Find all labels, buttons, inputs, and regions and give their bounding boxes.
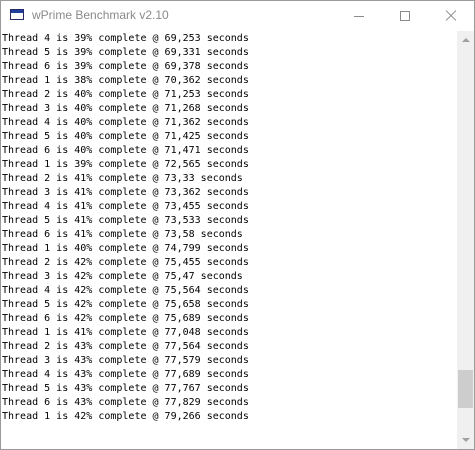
wprime-window: wPrime Benchmark v2.10 Thread 4 is 39% c… (0, 0, 475, 450)
log-line: Thread 4 is 43% complete @ 77,689 second… (2, 369, 249, 380)
scroll-up-button[interactable] (457, 31, 474, 48)
log-line: Thread 6 is 39% complete @ 69,378 second… (2, 61, 249, 72)
log-line: Thread 1 is 38% complete @ 70,362 second… (2, 75, 249, 86)
log-line: Thread 6 is 43% complete @ 77,829 second… (2, 397, 249, 408)
log-line: Thread 5 is 39% complete @ 69,331 second… (2, 47, 249, 58)
log-line: Thread 6 is 40% complete @ 71,471 second… (2, 145, 249, 156)
log-line: Thread 6 is 41% complete @ 73,58 seconds (2, 229, 243, 240)
scroll-down-arrow-icon (462, 438, 470, 442)
log-line: Thread 2 is 41% complete @ 73,33 seconds (2, 173, 243, 184)
log-line: Thread 3 is 42% complete @ 75,47 seconds (2, 271, 243, 282)
log-line: Thread 2 is 42% complete @ 75,455 second… (2, 257, 249, 268)
minimize-icon (354, 16, 364, 17)
title-bar[interactable]: wPrime Benchmark v2.10 (1, 1, 474, 31)
minimize-button[interactable] (336, 1, 382, 31)
log-line: Thread 6 is 42% complete @ 75,689 second… (2, 313, 249, 324)
log-line: Thread 3 is 41% complete @ 73,362 second… (2, 187, 249, 198)
log-line: Thread 1 is 41% complete @ 77,048 second… (2, 327, 249, 338)
log-line: Thread 5 is 40% complete @ 71,425 second… (2, 131, 249, 142)
log-line: Thread 1 is 40% complete @ 74,799 second… (2, 243, 249, 254)
log-line: Thread 1 is 42% complete @ 79,266 second… (2, 411, 249, 422)
log-line: Thread 3 is 43% complete @ 77,579 second… (2, 355, 249, 366)
maximize-button[interactable] (382, 1, 428, 31)
scroll-down-button[interactable] (457, 432, 474, 449)
log-line: Thread 1 is 39% complete @ 72,565 second… (2, 159, 249, 170)
log-line: Thread 5 is 41% complete @ 73,533 second… (2, 215, 249, 226)
app-window-icon (10, 9, 24, 20)
log-line: Thread 4 is 41% complete @ 73,455 second… (2, 201, 249, 212)
log-line: Thread 5 is 42% complete @ 75,658 second… (2, 299, 249, 310)
scroll-thumb[interactable] (458, 370, 473, 408)
log-line: Thread 2 is 40% complete @ 71,253 second… (2, 89, 249, 100)
window-title: wPrime Benchmark v2.10 (32, 8, 169, 22)
log-line: Thread 3 is 40% complete @ 71,268 second… (2, 103, 249, 114)
maximize-icon (400, 11, 410, 21)
close-icon (445, 10, 457, 22)
log-output[interactable]: Thread 4 is 39% complete @ 69,253 second… (1, 31, 457, 449)
close-button[interactable] (428, 1, 474, 31)
log-line: Thread 4 is 39% complete @ 69,253 second… (2, 33, 249, 44)
log-line: Thread 4 is 42% complete @ 75,564 second… (2, 285, 249, 296)
scroll-up-arrow-icon (462, 38, 470, 42)
vertical-scrollbar[interactable] (457, 31, 474, 449)
log-line: Thread 2 is 43% complete @ 77,564 second… (2, 341, 249, 352)
log-line: Thread 4 is 40% complete @ 71,362 second… (2, 117, 249, 128)
log-line: Thread 5 is 43% complete @ 77,767 second… (2, 383, 249, 394)
